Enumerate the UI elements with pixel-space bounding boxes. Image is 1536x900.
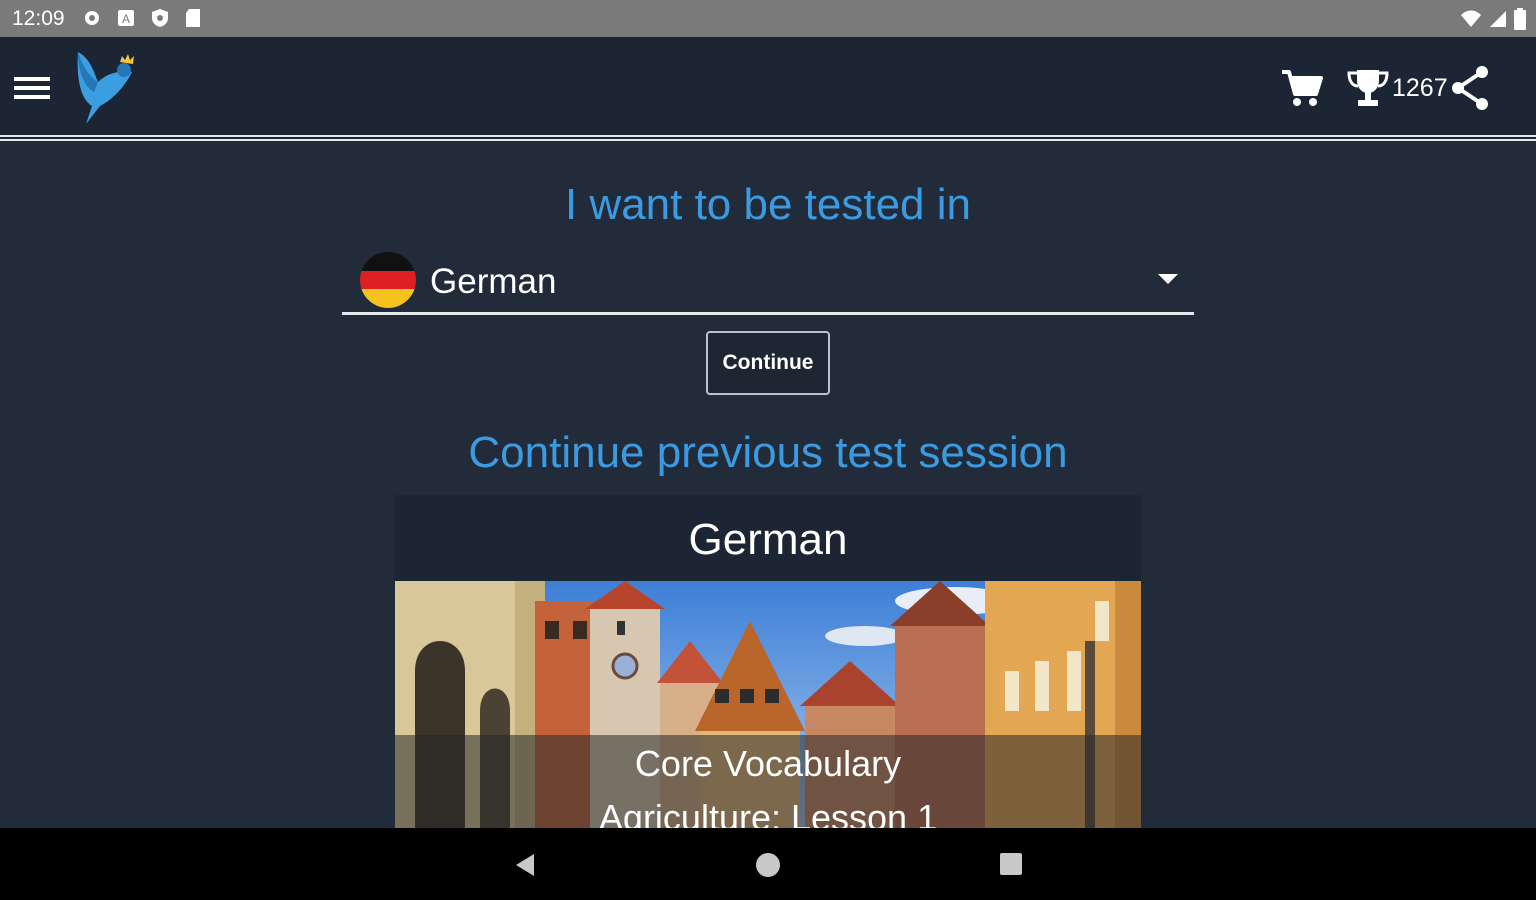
svg-text:A: A xyxy=(122,12,130,26)
points-count: 1267 xyxy=(1392,74,1448,102)
trophy-icon xyxy=(1347,70,1389,106)
status-time: 12:09 xyxy=(12,7,65,30)
share-icon[interactable] xyxy=(1450,64,1490,112)
shield-icon xyxy=(152,9,168,27)
sd-card-icon xyxy=(186,9,200,27)
battery-icon xyxy=(1514,8,1526,30)
previous-session-card[interactable]: German Core Vocabulary Agriculture: Less… xyxy=(395,495,1141,828)
selected-language: German xyxy=(430,262,557,301)
cart-icon[interactable] xyxy=(1280,66,1324,110)
status-bar: 12:09 A xyxy=(0,0,1536,37)
signal-icon xyxy=(1490,11,1506,27)
test-language-heading: I want to be tested in xyxy=(564,180,972,229)
german-flag-icon xyxy=(360,252,416,308)
session-lesson: Agriculture: Lesson 1 xyxy=(598,797,938,828)
continue-button[interactable]: Continue xyxy=(706,331,830,395)
wifi-icon xyxy=(1461,10,1481,27)
chevron-down-icon xyxy=(1158,274,1178,284)
a-icon: A xyxy=(118,10,134,26)
menu-icon[interactable] xyxy=(12,71,52,105)
settings-icon xyxy=(85,11,99,25)
recent-apps-icon[interactable] xyxy=(1000,853,1022,875)
back-icon[interactable] xyxy=(512,852,538,878)
app-logo xyxy=(77,52,134,124)
session-course: Core Vocabulary xyxy=(634,743,902,784)
language-dropdown[interactable]: German xyxy=(342,250,1194,315)
previous-session-heading: Continue previous test session xyxy=(468,428,1068,477)
session-language: German xyxy=(688,515,848,564)
home-icon[interactable] xyxy=(756,853,780,877)
status-system-icons xyxy=(1460,8,1526,30)
status-notification-icons: A xyxy=(82,8,202,28)
app-bar-divider-inner xyxy=(0,137,1536,139)
